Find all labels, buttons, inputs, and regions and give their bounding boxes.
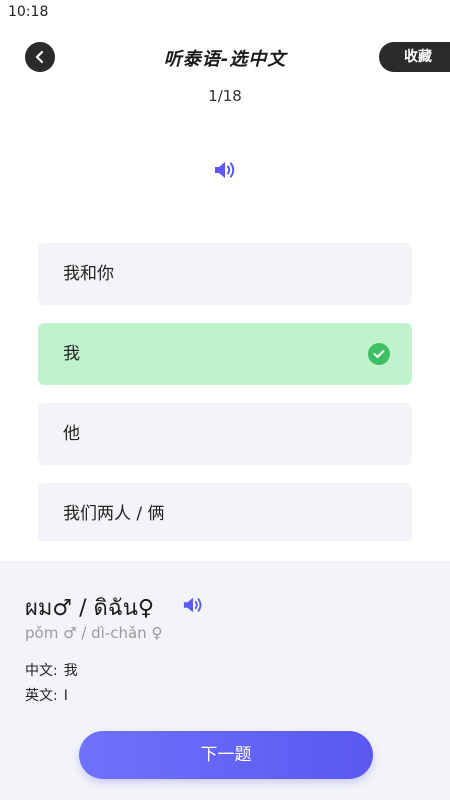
english-value: I xyxy=(63,688,68,704)
thai-word: ผม♂ / ดิฉัน♀ xyxy=(25,596,154,621)
speaker-icon[interactable] xyxy=(182,595,204,615)
next-question-button[interactable]: 下一题 xyxy=(79,731,373,779)
chinese-label: 中文: xyxy=(25,663,58,679)
option-label: 我们两人 / 俩 xyxy=(63,504,165,524)
option-label: 我 xyxy=(63,344,80,364)
status-bar: 10:18 xyxy=(0,0,450,26)
header: 听泰语-选中文 收藏 xyxy=(0,40,450,74)
check-icon xyxy=(368,343,390,365)
option-item-correct[interactable]: 我 xyxy=(38,323,412,385)
option-label: 他 xyxy=(63,424,80,444)
chinese-meaning: 中文: 我 xyxy=(25,660,78,680)
option-item[interactable]: 我和你 xyxy=(38,243,412,305)
chinese-value: 我 xyxy=(63,663,78,679)
progress-indicator: 1/18 xyxy=(208,87,242,105)
status-time: 10:18 xyxy=(8,4,49,20)
speaker-icon[interactable] xyxy=(213,159,237,181)
romanization: pǒm ♂ / dì-chǎn ♀ xyxy=(25,624,163,642)
option-label: 我和你 xyxy=(63,264,114,284)
english-meaning: 英文: I xyxy=(25,685,68,705)
english-label: 英文: xyxy=(25,688,58,704)
favorite-button[interactable]: 收藏 xyxy=(379,42,450,72)
option-item[interactable]: 他 xyxy=(38,403,412,465)
option-item[interactable]: 我们两人 / 俩 xyxy=(38,483,412,541)
